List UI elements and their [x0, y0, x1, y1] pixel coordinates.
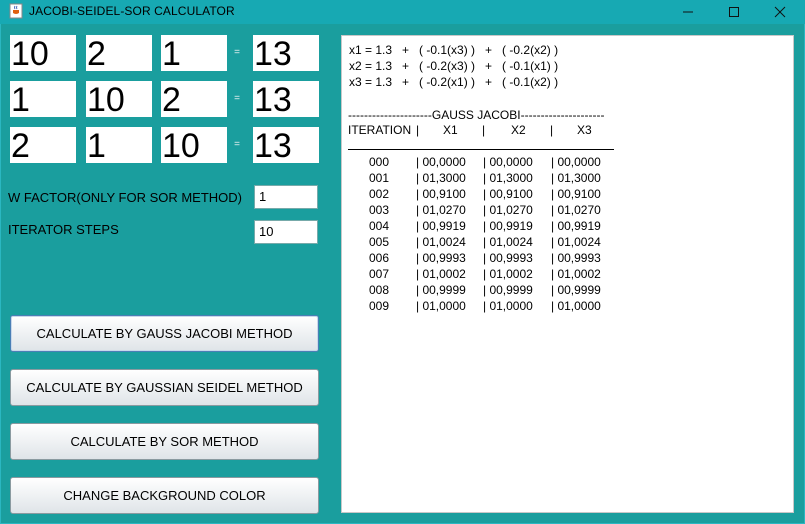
change-background-button[interactable]: CHANGE BACKGROUND COLOR — [10, 477, 319, 514]
equals-sign: = — [234, 139, 240, 150]
x1-value: | 01,0270 — [416, 203, 466, 217]
x1-value: | 00,9100 — [416, 187, 466, 201]
x3-value: | 01,0024 — [551, 235, 601, 249]
minimize-button[interactable] — [665, 0, 711, 24]
maximize-button[interactable] — [711, 0, 757, 24]
minimize-icon — [683, 11, 693, 13]
iteration-number: 000 — [369, 155, 390, 169]
header-x2: X2 — [511, 123, 526, 137]
x1-value: | 01,0000 — [416, 299, 466, 313]
iterator-steps-label: ITERATOR STEPS — [8, 222, 119, 237]
close-button[interactable] — [757, 0, 803, 24]
method-title: ---------------------GAUSS JACOBI-------… — [348, 108, 605, 122]
x1-value: | 00,9999 — [416, 283, 466, 297]
iteration-row: 006 | 00,9993 | 00,9993 | 00,9993 — [342, 251, 642, 267]
header-divider — [348, 149, 614, 150]
iteration-number: 007 — [369, 267, 390, 281]
coefficient-field[interactable]: 1 — [86, 127, 152, 163]
gauss-jacobi-button[interactable]: CALCULATE BY GAUSS JACOBI METHOD — [10, 315, 319, 352]
iteration-number: 002 — [369, 187, 390, 201]
iterator-steps-input[interactable]: 10 — [254, 220, 318, 244]
iteration-number: 008 — [369, 283, 390, 297]
coefficient-field[interactable]: 10 — [10, 35, 76, 71]
iteration-row: 002 | 00,9100 | 00,9100 | 00,9100 — [342, 187, 642, 203]
equals-sign: = — [234, 47, 240, 58]
coefficient-field[interactable]: 2 — [86, 35, 152, 71]
x3-value: | 00,9919 — [551, 219, 601, 233]
x2-value: | 01,0270 — [483, 203, 533, 217]
header-x1: X1 — [443, 123, 458, 137]
iteration-number: 001 — [369, 171, 390, 185]
iteration-number: 003 — [369, 203, 390, 217]
maximize-icon — [729, 7, 739, 17]
iteration-number: 006 — [369, 251, 390, 265]
iteration-row: 005 | 01,0024 | 01,0024 | 01,0024 — [342, 235, 642, 251]
equals-sign: = — [234, 93, 240, 104]
coefficient-field[interactable]: 1 — [10, 81, 76, 117]
gauss-seidel-button[interactable]: CALCULATE BY GAUSSIAN SEIDEL METHOD — [10, 369, 319, 406]
constant-field[interactable]: 13 — [253, 127, 319, 163]
iteration-row: 008 | 00,9999 | 00,9999 | 00,9999 — [342, 283, 642, 299]
sor-button[interactable]: CALCULATE BY SOR METHOD — [10, 423, 319, 460]
x3-value: | 01,0002 — [551, 267, 601, 281]
iteration-row: 001 | 01,3000 | 01,3000 | 01,3000 — [342, 171, 642, 187]
window-title: JACOBI-SEIDEL-SOR CALCULATOR — [29, 4, 235, 18]
w-factor-input[interactable]: 1 — [254, 185, 318, 209]
coefficient-field[interactable]: 2 — [161, 81, 227, 117]
equation-line: x3 = 1.3 + ( -0.2(x1) ) + ( -0.1(x2) ) — [349, 75, 559, 89]
coefficient-field[interactable]: 2 — [10, 127, 76, 163]
x1-value: | 00,9993 — [416, 251, 466, 265]
constant-field[interactable]: 13 — [253, 35, 319, 71]
iteration-row: 004 | 00,9919 | 00,9919 | 00,9919 — [342, 219, 642, 235]
x1-value: | 01,0024 — [416, 235, 466, 249]
result-text-area[interactable]: x1 = 1.3 + ( -0.1(x3) ) + ( -0.2(x2) ) x… — [341, 35, 794, 513]
header-separator: | — [416, 123, 420, 137]
x2-value: | 00,9100 — [483, 187, 533, 201]
x2-value: | 01,3000 — [483, 171, 533, 185]
equation-line: x2 = 1.3 + ( -0.2(x3) ) + ( -0.1(x1) ) — [349, 59, 559, 73]
coefficient-field[interactable]: 1 — [161, 35, 227, 71]
x2-value: | 00,9919 — [483, 219, 533, 233]
close-icon — [774, 6, 786, 18]
x3-value: | 00,9999 — [551, 283, 601, 297]
x2-value: | 01,0002 — [483, 267, 533, 281]
x2-value: | 00,9993 — [483, 251, 533, 265]
java-cup-icon — [9, 3, 23, 19]
iteration-number: 005 — [369, 235, 390, 249]
x2-value: | 00,9999 — [483, 283, 533, 297]
x3-value: | 00,9100 — [551, 187, 601, 201]
header-separator: | — [482, 123, 486, 137]
x3-value: | 00,0000 — [551, 155, 601, 169]
coefficient-field[interactable]: 10 — [161, 127, 227, 163]
x3-value: | 01,0270 — [551, 203, 601, 217]
x1-value: | 01,3000 — [416, 171, 466, 185]
constant-field[interactable]: 13 — [253, 81, 319, 117]
w-factor-label: W FACTOR(ONLY FOR SOR METHOD) — [8, 190, 243, 205]
x1-value: | 01,0002 — [416, 267, 466, 281]
x1-value: | 00,0000 — [416, 155, 466, 169]
iteration-row: 007 | 01,0002 | 01,0002 | 01,0002 — [342, 267, 642, 283]
coefficient-field[interactable]: 10 — [86, 81, 152, 117]
x2-value: | 01,0024 — [483, 235, 533, 249]
iteration-number: 004 — [369, 219, 390, 233]
x2-value: | 01,0000 — [483, 299, 533, 313]
iteration-row: 009 | 01,0000 | 01,0000 | 01,0000 — [342, 299, 642, 315]
equation-line: x1 = 1.3 + ( -0.1(x3) ) + ( -0.2(x2) ) — [349, 43, 559, 57]
x3-value: | 01,3000 — [551, 171, 601, 185]
iteration-row: 003 | 01,0270 | 01,0270 | 01,0270 — [342, 203, 642, 219]
x3-value: | 00,9993 — [551, 251, 601, 265]
x3-value: | 01,0000 — [551, 299, 601, 313]
x1-value: | 00,9919 — [416, 219, 466, 233]
header-iteration: ITERATION — [348, 123, 412, 137]
iteration-row: 000 | 00,0000 | 00,0000 | 00,0000 — [342, 155, 642, 171]
iteration-number: 009 — [369, 299, 390, 313]
header-separator: | — [550, 123, 554, 137]
title-bar: JACOBI-SEIDEL-SOR CALCULATOR — [0, 0, 805, 24]
header-x3: X3 — [577, 123, 592, 137]
x2-value: | 00,0000 — [483, 155, 533, 169]
